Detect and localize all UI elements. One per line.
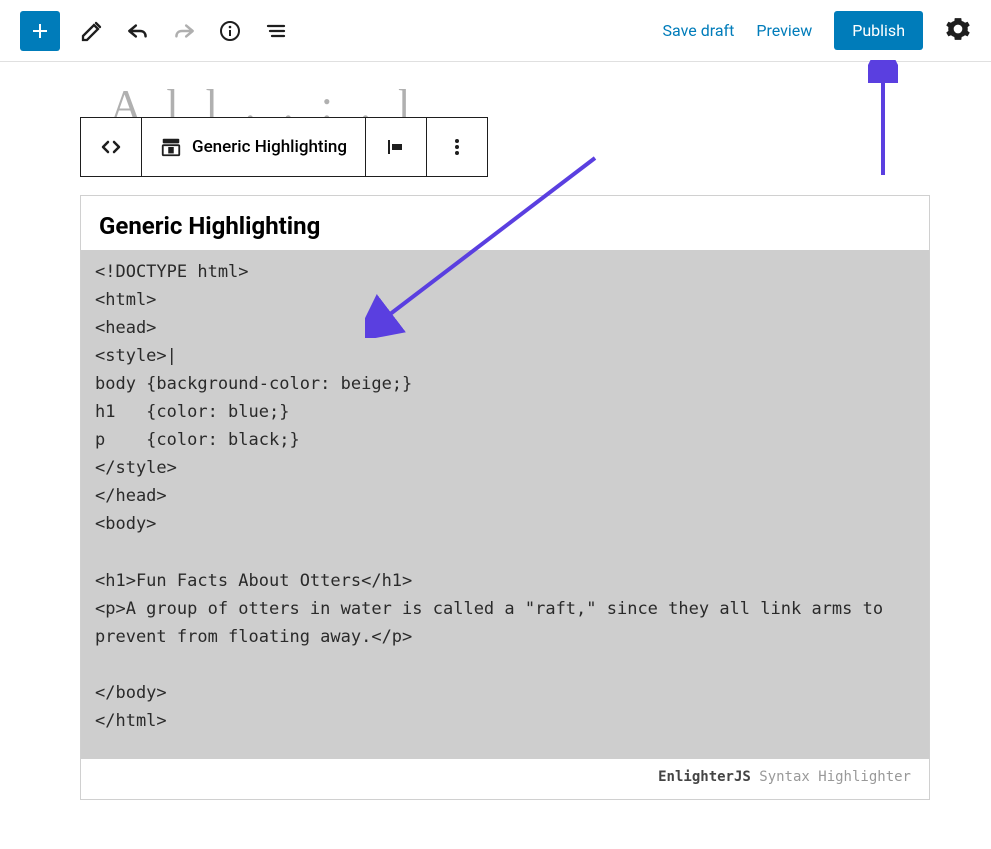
align-icon: [384, 135, 408, 159]
edit-mode-button[interactable]: [78, 17, 106, 45]
publish-button[interactable]: Publish: [834, 11, 923, 50]
code-icon: [99, 135, 123, 159]
list-icon: [264, 19, 288, 43]
redo-icon: [171, 18, 197, 44]
block-type-label: Generic Highlighting: [192, 137, 347, 157]
top-toolbar: Save draft Preview Publish: [0, 0, 991, 62]
undo-icon: [125, 18, 151, 44]
info-button[interactable]: [216, 17, 244, 45]
settings-button[interactable]: [945, 16, 971, 46]
code-block[interactable]: Generic Highlighting <!DOCTYPE html> <ht…: [80, 195, 930, 800]
block-footer: EnlighterJS Syntax Highlighter: [81, 759, 929, 799]
editor-area: A l l . . : . l Generic Highlighting Gen…: [0, 62, 991, 800]
undo-button[interactable]: [124, 17, 152, 45]
block-heading: Generic Highlighting: [81, 196, 929, 250]
footer-brand: EnlighterJS: [658, 769, 751, 785]
toolbar-right: Save draft Preview Publish: [663, 11, 971, 50]
preview-button[interactable]: Preview: [756, 21, 812, 40]
add-block-button[interactable]: [20, 11, 60, 51]
footer-text: Syntax Highlighter: [751, 769, 911, 785]
more-options-button[interactable]: [427, 118, 487, 176]
toolbar-left: [20, 11, 290, 51]
pencil-icon: [80, 19, 104, 43]
code-content[interactable]: <!DOCTYPE html> <html> <head> <style>| b…: [81, 250, 929, 759]
align-button[interactable]: [366, 118, 427, 176]
save-draft-button[interactable]: Save draft: [663, 21, 735, 40]
block-label-button[interactable]: Generic Highlighting: [142, 118, 366, 176]
info-icon: [218, 19, 242, 43]
outline-button[interactable]: [262, 17, 290, 45]
block-toolbar: Generic Highlighting: [80, 117, 488, 177]
block-icon: [160, 136, 182, 158]
redo-button[interactable]: [170, 17, 198, 45]
block-type-button[interactable]: [81, 118, 142, 176]
more-vertical-icon: [445, 135, 469, 159]
gear-icon: [945, 16, 971, 42]
plus-icon: [28, 19, 52, 43]
